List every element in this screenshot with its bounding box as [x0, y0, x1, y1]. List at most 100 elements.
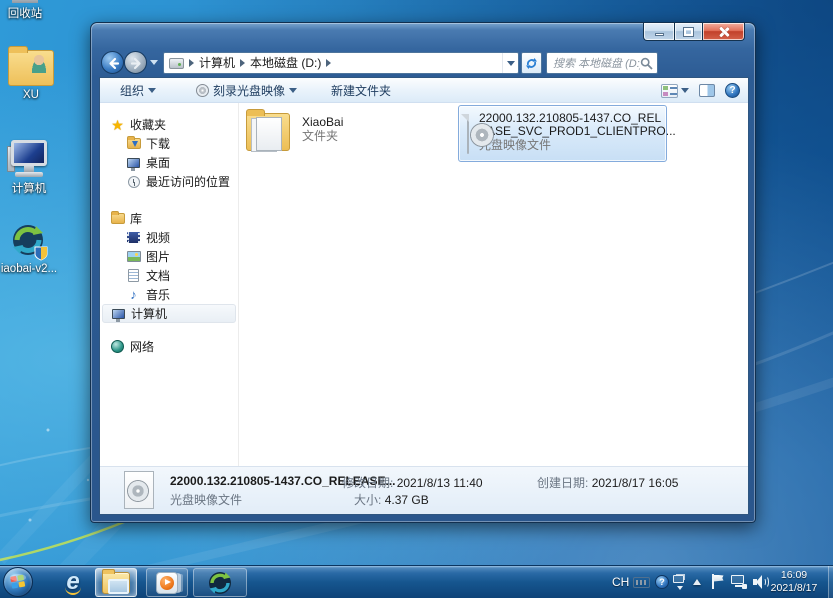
minimize-icon	[654, 33, 664, 36]
computer-monitor-icon	[7, 140, 51, 178]
details-pane: 22000.132.210805-1437.CO_RELEASE... 光盘映像…	[100, 466, 748, 514]
preview-pane-button[interactable]	[699, 84, 715, 97]
sidebar-label: 库	[130, 212, 143, 226]
taskbar-clock[interactable]: 16:09 2021/8/17	[763, 569, 825, 595]
refresh-button[interactable]	[521, 52, 542, 74]
sidebar-item-videos[interactable]: 视频	[100, 228, 238, 247]
taskbar-explorer-button[interactable]	[95, 568, 137, 597]
close-button[interactable]	[703, 23, 745, 41]
sidebar-label: 收藏夹	[130, 118, 167, 132]
created-label: 创建日期:	[537, 476, 589, 490]
burn-disc-image-button[interactable]: 刻录光盘映像	[188, 78, 305, 102]
chevron-down-icon	[289, 87, 298, 93]
start-button[interactable]	[3, 567, 33, 597]
breadcrumb-local-disk-d[interactable]: 本地磁盘 (D:)	[246, 53, 325, 73]
file-tile-iso-selected[interactable]: 22000.132.210805-1437.CO_REL EASE_SVC_PR…	[458, 105, 676, 162]
pictures-icon	[126, 251, 141, 262]
forward-button[interactable]	[124, 51, 147, 74]
desktop-icon-xu-folder[interactable]: XU	[2, 46, 60, 101]
computer-label: 计算机	[11, 183, 47, 195]
input-help-icon[interactable]: ?	[655, 575, 669, 589]
disc-icon	[196, 83, 210, 97]
sidebar-item-recent-places[interactable]: 最近访问的位置	[100, 172, 238, 191]
file-list: XiaoBai 文件夹 22000.132.210805-1437.CO_REL…	[240, 103, 748, 467]
sidebar-label: 最近访问的位置	[146, 175, 231, 189]
action-center-flag-icon[interactable]	[711, 574, 724, 590]
desktop-icon-xiaobai[interactable]: iaobai-v2...	[0, 223, 60, 275]
sidebar-item-desktop[interactable]: 桌面	[100, 153, 238, 172]
desktop-icon-recycle-bin[interactable]: 回收站	[0, 0, 54, 21]
taskbar: e CH ? 16:09 2021/8/17	[0, 565, 833, 598]
modified-value: 2021/8/13 11:40	[396, 476, 483, 490]
organize-label: 组织	[120, 83, 145, 98]
network-tray-icon[interactable]	[731, 575, 747, 589]
question-mark: ?	[659, 577, 665, 587]
taskbar-xiaobai-sync-button[interactable]	[193, 568, 247, 597]
taskbar-ie-button[interactable]: e	[56, 568, 90, 597]
explorer-folder-icon	[102, 568, 130, 594]
language-indicator[interactable]: CH	[612, 575, 629, 589]
sidebar-label: 桌面	[146, 156, 171, 170]
sidebar-label: 视频	[146, 231, 171, 245]
recent-places-icon	[127, 175, 140, 188]
search-placeholder: 搜索 本地磁盘 (D:)	[553, 58, 640, 70]
breadcrumb-arrow-icon	[326, 59, 332, 67]
new-folder-button[interactable]: 新建文件夹	[323, 78, 399, 102]
address-bar[interactable]: 计算机 本地磁盘 (D:)	[163, 52, 519, 74]
disc-image-icon	[124, 471, 154, 509]
close-icon	[718, 26, 729, 37]
input-settings-icon[interactable]	[673, 573, 686, 590]
command-bar-right: ?	[661, 78, 740, 103]
recycle-bin-label: 回收站	[7, 8, 43, 20]
sidebar-label: 网络	[130, 340, 155, 354]
new-folder-label: 新建文件夹	[331, 83, 392, 98]
modified-label: 修改日期:	[342, 476, 394, 490]
organize-button[interactable]: 组织	[112, 78, 164, 102]
desktop-icon	[127, 157, 140, 171]
address-dropdown-button[interactable]	[502, 53, 518, 73]
show-hidden-icons-button[interactable]	[693, 579, 701, 585]
show-desktop-button[interactable]	[828, 566, 833, 598]
sidebar-item-network[interactable]: 网络	[100, 337, 238, 356]
sidebar-item-downloads[interactable]: 下载	[100, 134, 238, 153]
drive-icon	[169, 57, 184, 69]
burn-disc-image-label: 刻录光盘映像	[213, 83, 286, 98]
file-tile-xiaobai-folder[interactable]: XiaoBai 文件夹	[246, 107, 442, 161]
details-file-type: 光盘映像文件	[170, 493, 243, 507]
disc-image-icon	[461, 114, 493, 154]
minimize-button[interactable]	[643, 23, 674, 41]
sidebar-item-pictures[interactable]: 图片	[100, 247, 238, 266]
help-button[interactable]: ?	[725, 83, 740, 98]
views-icon	[661, 83, 678, 98]
explorer-window: 计算机 本地磁盘 (D:) 搜索 本地磁盘 (D:) 组织 刻录光盘映像 新建文…	[90, 22, 756, 523]
created-value: 2021/8/17 16:05	[591, 476, 679, 490]
media-player-icon	[156, 571, 178, 594]
sidebar-label: 音乐	[146, 288, 171, 302]
keyboard-icon[interactable]	[633, 577, 650, 588]
music-icon: ♪	[130, 287, 137, 302]
taskbar-media-player-button[interactable]	[146, 568, 188, 597]
file-type: 文件夹	[302, 129, 339, 143]
recent-pages-chevron[interactable]	[150, 60, 158, 65]
sidebar-item-favorites[interactable]: ★ 收藏夹	[100, 115, 238, 134]
change-view-button[interactable]	[661, 83, 689, 98]
size-value: 4.37 GB	[384, 493, 429, 507]
user-folder-icon	[8, 46, 54, 86]
sidebar-item-music[interactable]: ♪ 音乐	[100, 285, 238, 304]
sidebar-label: 下载	[146, 137, 171, 151]
sidebar-label: 文档	[146, 269, 171, 283]
desktop-icon-computer[interactable]: 计算机	[0, 140, 58, 196]
file-type: 光盘映像文件	[479, 138, 552, 152]
sync-arrows-shield-icon	[9, 223, 49, 261]
maximize-button[interactable]	[674, 23, 703, 41]
sidebar-item-documents[interactable]: 文档	[100, 266, 238, 285]
xiaobai-label: iaobai-v2...	[0, 263, 58, 275]
sidebar-item-computer[interactable]: 计算机	[102, 304, 236, 323]
search-input[interactable]: 搜索 本地磁盘 (D:)	[546, 52, 658, 74]
videos-icon	[127, 232, 140, 243]
back-button[interactable]	[101, 51, 124, 74]
libraries-icon	[110, 211, 125, 224]
sidebar-item-libraries[interactable]: 库	[100, 209, 238, 228]
breadcrumb-computer[interactable]: 计算机	[195, 53, 239, 73]
maximize-icon	[683, 26, 694, 37]
